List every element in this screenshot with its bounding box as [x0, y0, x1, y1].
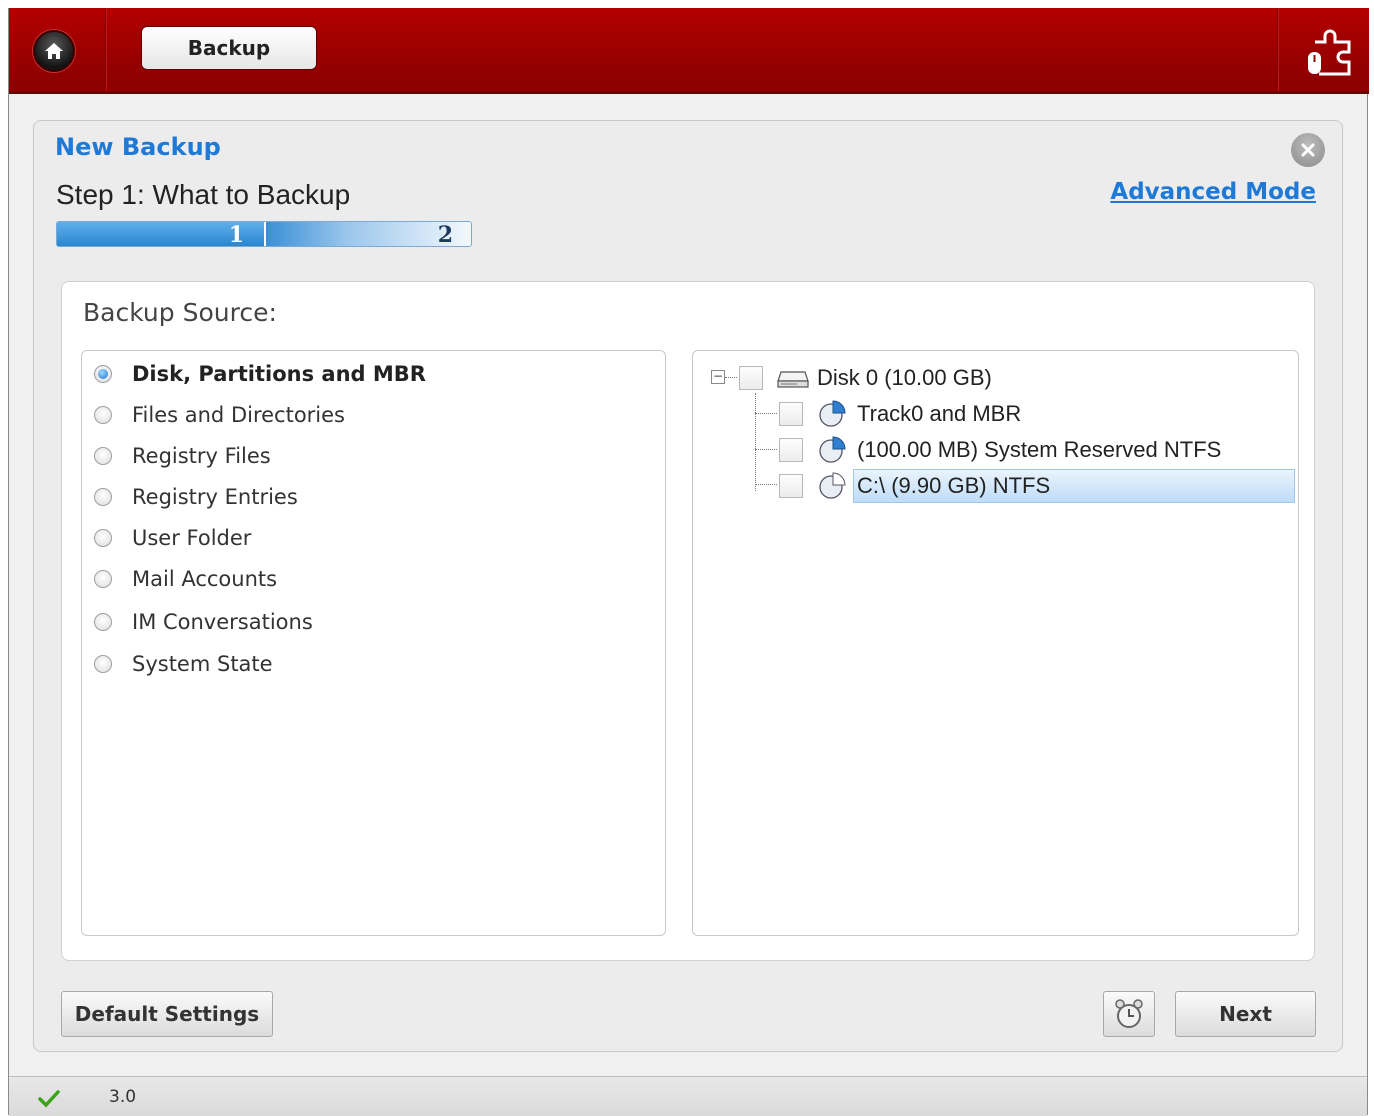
step-1-number: 1: [228, 222, 244, 247]
progress-step-1: 1: [57, 222, 266, 246]
version-label: 3.0: [109, 1087, 137, 1107]
radio-label: User Folder: [132, 526, 252, 550]
close-button[interactable]: [1291, 133, 1325, 167]
divider: [1277, 8, 1278, 91]
radio-registry-entries[interactable]: Registry Entries: [94, 482, 298, 512]
tab-backup[interactable]: Backup: [141, 26, 317, 70]
tree-item-system-reserved[interactable]: (100.00 MB) System Reserved NTFS: [779, 433, 1221, 467]
advanced-mode-link[interactable]: Advanced Mode: [1110, 179, 1316, 205]
radio-icon[interactable]: [94, 570, 112, 588]
radio-icon[interactable]: [94, 488, 112, 506]
tree-item-label: C:\ (9.90 GB) NTFS: [857, 473, 1051, 498]
radio-icon[interactable]: [94, 365, 112, 383]
puzzle-icon[interactable]: [1305, 22, 1355, 76]
close-icon: [1301, 143, 1315, 157]
tree-line: [755, 449, 777, 450]
backup-source-box: Backup Source: Disk, Partitions and MBR …: [61, 281, 1315, 961]
tree-item-c-drive[interactable]: C:\ (9.90 GB) NTFS: [779, 469, 1050, 503]
radio-label: IM Conversations: [132, 610, 313, 634]
tree-line: [755, 393, 756, 491]
home-button[interactable]: [33, 30, 75, 72]
radio-icon[interactable]: [94, 529, 112, 547]
radio-im-conversations[interactable]: IM Conversations: [94, 607, 313, 637]
tree-item-label: (100.00 MB) System Reserved NTFS: [857, 437, 1222, 462]
tree-item-label: Disk 0 (10.00 GB): [817, 365, 992, 390]
divider: [105, 8, 106, 91]
partition-pie-icon: [819, 400, 846, 427]
backup-source-label: Backup Source:: [83, 298, 277, 327]
panel-title: New Backup: [55, 133, 221, 161]
step-title: Step 1: What to Backup: [56, 179, 351, 210]
tree-item-disk0[interactable]: Disk 0 (10.00 GB): [739, 361, 992, 395]
radio-icon[interactable]: [94, 613, 112, 631]
app-window: Backup New Backup Step 1: What to Backup…: [8, 8, 1369, 1116]
tree-line: [755, 413, 777, 414]
partition-pie-icon: [819, 472, 846, 499]
status-bar: 3.0: [9, 1076, 1367, 1116]
step-2-number: 2: [437, 222, 453, 247]
home-icon: [45, 43, 63, 59]
radio-label: Mail Accounts: [132, 567, 278, 591]
step-progress: 1 2: [56, 221, 472, 247]
tree-item-track0-mbr[interactable]: Track0 and MBR: [779, 397, 1021, 431]
radio-registry-files[interactable]: Registry Files: [94, 441, 271, 471]
partition-checkbox[interactable]: [779, 438, 803, 462]
radio-mail-accounts[interactable]: Mail Accounts: [94, 564, 277, 594]
next-button[interactable]: Next: [1175, 991, 1316, 1037]
tree-line: [725, 377, 737, 378]
radio-system-state[interactable]: System State: [94, 649, 273, 679]
disk0-checkbox[interactable]: [739, 366, 763, 390]
top-bar: Backup: [9, 8, 1369, 94]
tree-item-label: Track0 and MBR: [857, 401, 1022, 426]
source-type-list: Disk, Partitions and MBR Files and Direc…: [81, 350, 666, 936]
radio-user-folder[interactable]: User Folder: [94, 523, 251, 553]
checkmark-icon: [38, 1090, 60, 1108]
alarm-clock-icon: [1115, 999, 1143, 1028]
radio-disk-partitions-mbr[interactable]: Disk, Partitions and MBR: [94, 359, 426, 389]
radio-icon[interactable]: [94, 406, 112, 424]
radio-label: System State: [132, 652, 273, 676]
radio-label: Registry Files: [132, 444, 271, 468]
hard-disk-icon: [777, 371, 809, 388]
radio-icon[interactable]: [94, 447, 112, 465]
collapse-icon[interactable]: −: [711, 370, 725, 384]
default-settings-button[interactable]: Default Settings: [61, 991, 273, 1037]
radio-label: Files and Directories: [132, 403, 345, 427]
radio-files-directories[interactable]: Files and Directories: [94, 400, 345, 430]
disk-tree: − Disk 0 (10.00 GB) Track0 and MBR (100.…: [692, 350, 1299, 936]
partition-pie-icon: [819, 436, 846, 463]
radio-icon[interactable]: [94, 655, 112, 673]
tree-line: [755, 484, 777, 485]
radio-label: Disk, Partitions and MBR: [132, 362, 426, 386]
partition-checkbox[interactable]: [779, 402, 803, 426]
partition-checkbox[interactable]: [779, 474, 803, 498]
schedule-button[interactable]: [1103, 991, 1155, 1037]
new-backup-panel: New Backup Step 1: What to Backup Advanc…: [33, 120, 1343, 1052]
progress-step-2: 2: [266, 222, 471, 246]
radio-label: Registry Entries: [132, 485, 298, 509]
